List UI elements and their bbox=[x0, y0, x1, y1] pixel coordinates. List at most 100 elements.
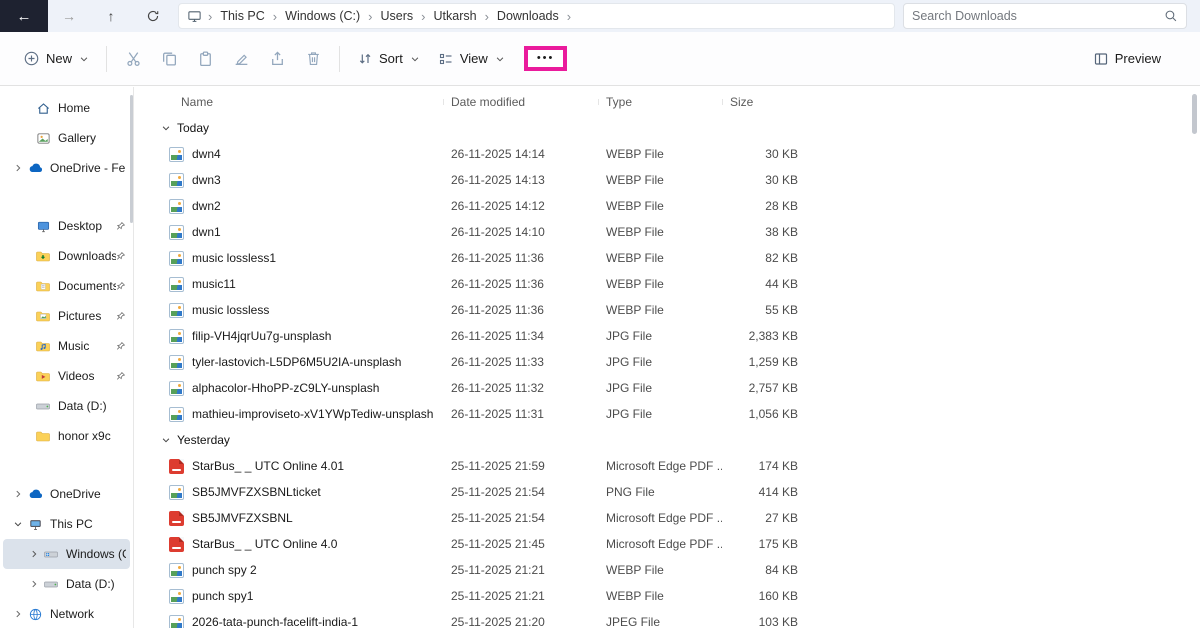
breadcrumb-chevron-icon[interactable]: › bbox=[481, 9, 493, 24]
see-more-button[interactable]: ••• bbox=[537, 53, 555, 64]
preview-button[interactable]: Preview bbox=[1084, 44, 1170, 74]
view-button[interactable]: View bbox=[429, 44, 514, 74]
chevron-right-icon[interactable] bbox=[27, 549, 41, 559]
sidebar-item-downloads[interactable]: Downloads bbox=[3, 241, 130, 271]
onedrive-cloud-icon bbox=[27, 486, 43, 502]
file-row[interactable]: filip-VH4jqrUu7g-unsplash 26-11-2025 11:… bbox=[159, 323, 1200, 349]
file-row[interactable]: StarBus_ _ UTC Online 4.01 25-11-2025 21… bbox=[159, 453, 1200, 479]
column-header-date-modified[interactable]: Date modified bbox=[443, 95, 598, 109]
breadcrumb-chevron-icon[interactable]: › bbox=[417, 9, 429, 24]
refresh-button[interactable] bbox=[132, 0, 174, 32]
breadcrumb-item-users[interactable]: Users bbox=[377, 7, 418, 25]
sidebar-item-home[interactable]: Home bbox=[3, 93, 130, 123]
downloads-folder-icon bbox=[35, 248, 51, 264]
sidebar-item-network[interactable]: Network bbox=[3, 599, 130, 628]
paste-button[interactable] bbox=[190, 44, 220, 74]
file-date-modified: 26-11-2025 11:34 bbox=[443, 329, 598, 343]
sidebar-item-desktop[interactable]: Desktop bbox=[3, 211, 130, 241]
window-scrollbar-thumb[interactable] bbox=[1192, 94, 1197, 134]
file-row[interactable]: mathieu-improviseto-xV1YWpTediw-unsplash… bbox=[159, 401, 1200, 427]
sidebar-item-this-pc[interactable]: This PC bbox=[3, 509, 130, 539]
chevron-right-icon[interactable] bbox=[11, 163, 25, 173]
chevron-down-icon bbox=[161, 123, 171, 133]
new-button[interactable]: New bbox=[14, 43, 98, 74]
column-header-type[interactable]: Type bbox=[598, 95, 722, 109]
group-header-today[interactable]: Today bbox=[159, 115, 1200, 141]
column-headers: Name Date modified Type Size bbox=[159, 89, 1200, 115]
cut-button[interactable] bbox=[118, 44, 148, 74]
forward-button[interactable]: → bbox=[48, 0, 90, 32]
chevron-down-icon bbox=[161, 435, 171, 445]
delete-button[interactable] bbox=[298, 44, 328, 74]
column-header-size[interactable]: Size bbox=[722, 95, 804, 109]
file-type-icon bbox=[169, 173, 184, 188]
file-row[interactable]: music11 26-11-2025 11:36 WEBP File 44 KB bbox=[159, 271, 1200, 297]
drive-icon bbox=[43, 576, 59, 592]
file-size: 1,056 KB bbox=[722, 407, 804, 421]
sidebar-scrollbar-thumb[interactable] bbox=[130, 95, 133, 223]
breadcrumb-chevron-icon[interactable]: › bbox=[204, 9, 216, 24]
search-input[interactable] bbox=[912, 9, 1164, 23]
sidebar-item-documents[interactable]: Documents bbox=[3, 271, 130, 301]
file-row[interactable]: StarBus_ _ UTC Online 4.0 25-11-2025 21:… bbox=[159, 531, 1200, 557]
file-size: 27 KB bbox=[722, 511, 804, 525]
group-label: Today bbox=[177, 121, 209, 135]
file-name: SB5JMVFZXSBNLticket bbox=[192, 485, 321, 499]
sidebar-item-pictures[interactable]: Pictures bbox=[3, 301, 130, 331]
file-row[interactable]: music lossless 26-11-2025 11:36 WEBP Fil… bbox=[159, 297, 1200, 323]
file-type-icon bbox=[169, 147, 184, 162]
file-type: JPG File bbox=[598, 407, 722, 421]
column-header-name[interactable]: Name bbox=[159, 95, 443, 109]
sidebar-item-data-d[interactable]: Data (D:) bbox=[3, 391, 130, 421]
copy-button[interactable] bbox=[154, 44, 184, 74]
drive-icon bbox=[35, 398, 51, 414]
breadcrumb-item-this-pc[interactable]: This PC bbox=[216, 7, 268, 25]
share-button[interactable] bbox=[262, 44, 292, 74]
sidebar-item-onedrive[interactable]: OneDrive bbox=[3, 479, 130, 509]
back-button[interactable]: ← bbox=[0, 0, 48, 32]
group-header-yesterday[interactable]: Yesterday bbox=[159, 427, 1200, 453]
file-row[interactable]: SB5JMVFZXSBNL 25-11-2025 21:54 Microsoft… bbox=[159, 505, 1200, 531]
breadcrumb-item-downloads[interactable]: Downloads bbox=[493, 7, 563, 25]
sidebar-item-windows-c[interactable]: Windows (C:) bbox=[3, 539, 130, 569]
rename-button[interactable] bbox=[226, 44, 256, 74]
breadcrumb-item-windows-c[interactable]: Windows (C:) bbox=[281, 7, 364, 25]
view-button-label: View bbox=[460, 51, 488, 66]
sort-icon bbox=[357, 51, 373, 67]
file-row[interactable]: SB5JMVFZXSBNLticket 25-11-2025 21:54 PNG… bbox=[159, 479, 1200, 505]
file-name: SB5JMVFZXSBNL bbox=[192, 511, 293, 525]
file-row[interactable]: dwn3 26-11-2025 14:13 WEBP File 30 KB bbox=[159, 167, 1200, 193]
file-row[interactable]: music lossless1 26-11-2025 11:36 WEBP Fi… bbox=[159, 245, 1200, 271]
sort-button[interactable]: Sort bbox=[348, 44, 429, 74]
chevron-right-icon[interactable] bbox=[11, 489, 25, 499]
breadcrumb-chevron-icon[interactable]: › bbox=[269, 9, 281, 24]
chevron-down-icon[interactable] bbox=[11, 519, 25, 529]
file-row[interactable]: punch spy1 25-11-2025 21:21 WEBP File 16… bbox=[159, 583, 1200, 609]
file-row[interactable]: punch spy 2 25-11-2025 21:21 WEBP File 8… bbox=[159, 557, 1200, 583]
sidebar-item-onedrive-personal[interactable]: OneDrive - Fe bbox=[3, 153, 130, 183]
file-name: punch spy1 bbox=[192, 589, 253, 603]
file-row[interactable]: dwn4 26-11-2025 14:14 WEBP File 30 KB bbox=[159, 141, 1200, 167]
file-size: 82 KB bbox=[722, 251, 804, 265]
sidebar-item-gallery[interactable]: Gallery bbox=[3, 123, 130, 153]
chevron-right-icon[interactable] bbox=[11, 609, 25, 619]
file-row[interactable]: 2026-tata-punch-facelift-india-1 25-11-2… bbox=[159, 609, 1200, 628]
file-row[interactable]: alphacolor-HhoPP-zC9LY-unsplash 26-11-20… bbox=[159, 375, 1200, 401]
up-button[interactable]: ↑ bbox=[90, 0, 132, 32]
pictures-folder-icon bbox=[35, 308, 51, 324]
file-row[interactable]: dwn2 26-11-2025 14:12 WEBP File 28 KB bbox=[159, 193, 1200, 219]
sidebar-item-videos[interactable]: Videos bbox=[3, 361, 130, 391]
file-row[interactable]: dwn1 26-11-2025 14:10 WEBP File 38 KB bbox=[159, 219, 1200, 245]
file-type-icon bbox=[169, 225, 184, 240]
file-row[interactable]: tyler-lastovich-L5DP6M5U2IA-unsplash 26-… bbox=[159, 349, 1200, 375]
sidebar-item-music[interactable]: Music bbox=[3, 331, 130, 361]
file-type: JPG File bbox=[598, 329, 722, 343]
file-name: music lossless1 bbox=[192, 251, 276, 265]
chevron-right-icon[interactable] bbox=[27, 579, 41, 589]
toolbar-divider bbox=[339, 46, 340, 72]
breadcrumb-chevron-icon[interactable]: › bbox=[563, 9, 575, 24]
breadcrumb-item-utkarsh[interactable]: Utkarsh bbox=[430, 7, 481, 25]
sidebar-item-honor-x9c[interactable]: honor x9c bbox=[3, 421, 130, 451]
sidebar-item-data-d-tree[interactable]: Data (D:) bbox=[3, 569, 130, 599]
breadcrumb-chevron-icon[interactable]: › bbox=[364, 9, 376, 24]
